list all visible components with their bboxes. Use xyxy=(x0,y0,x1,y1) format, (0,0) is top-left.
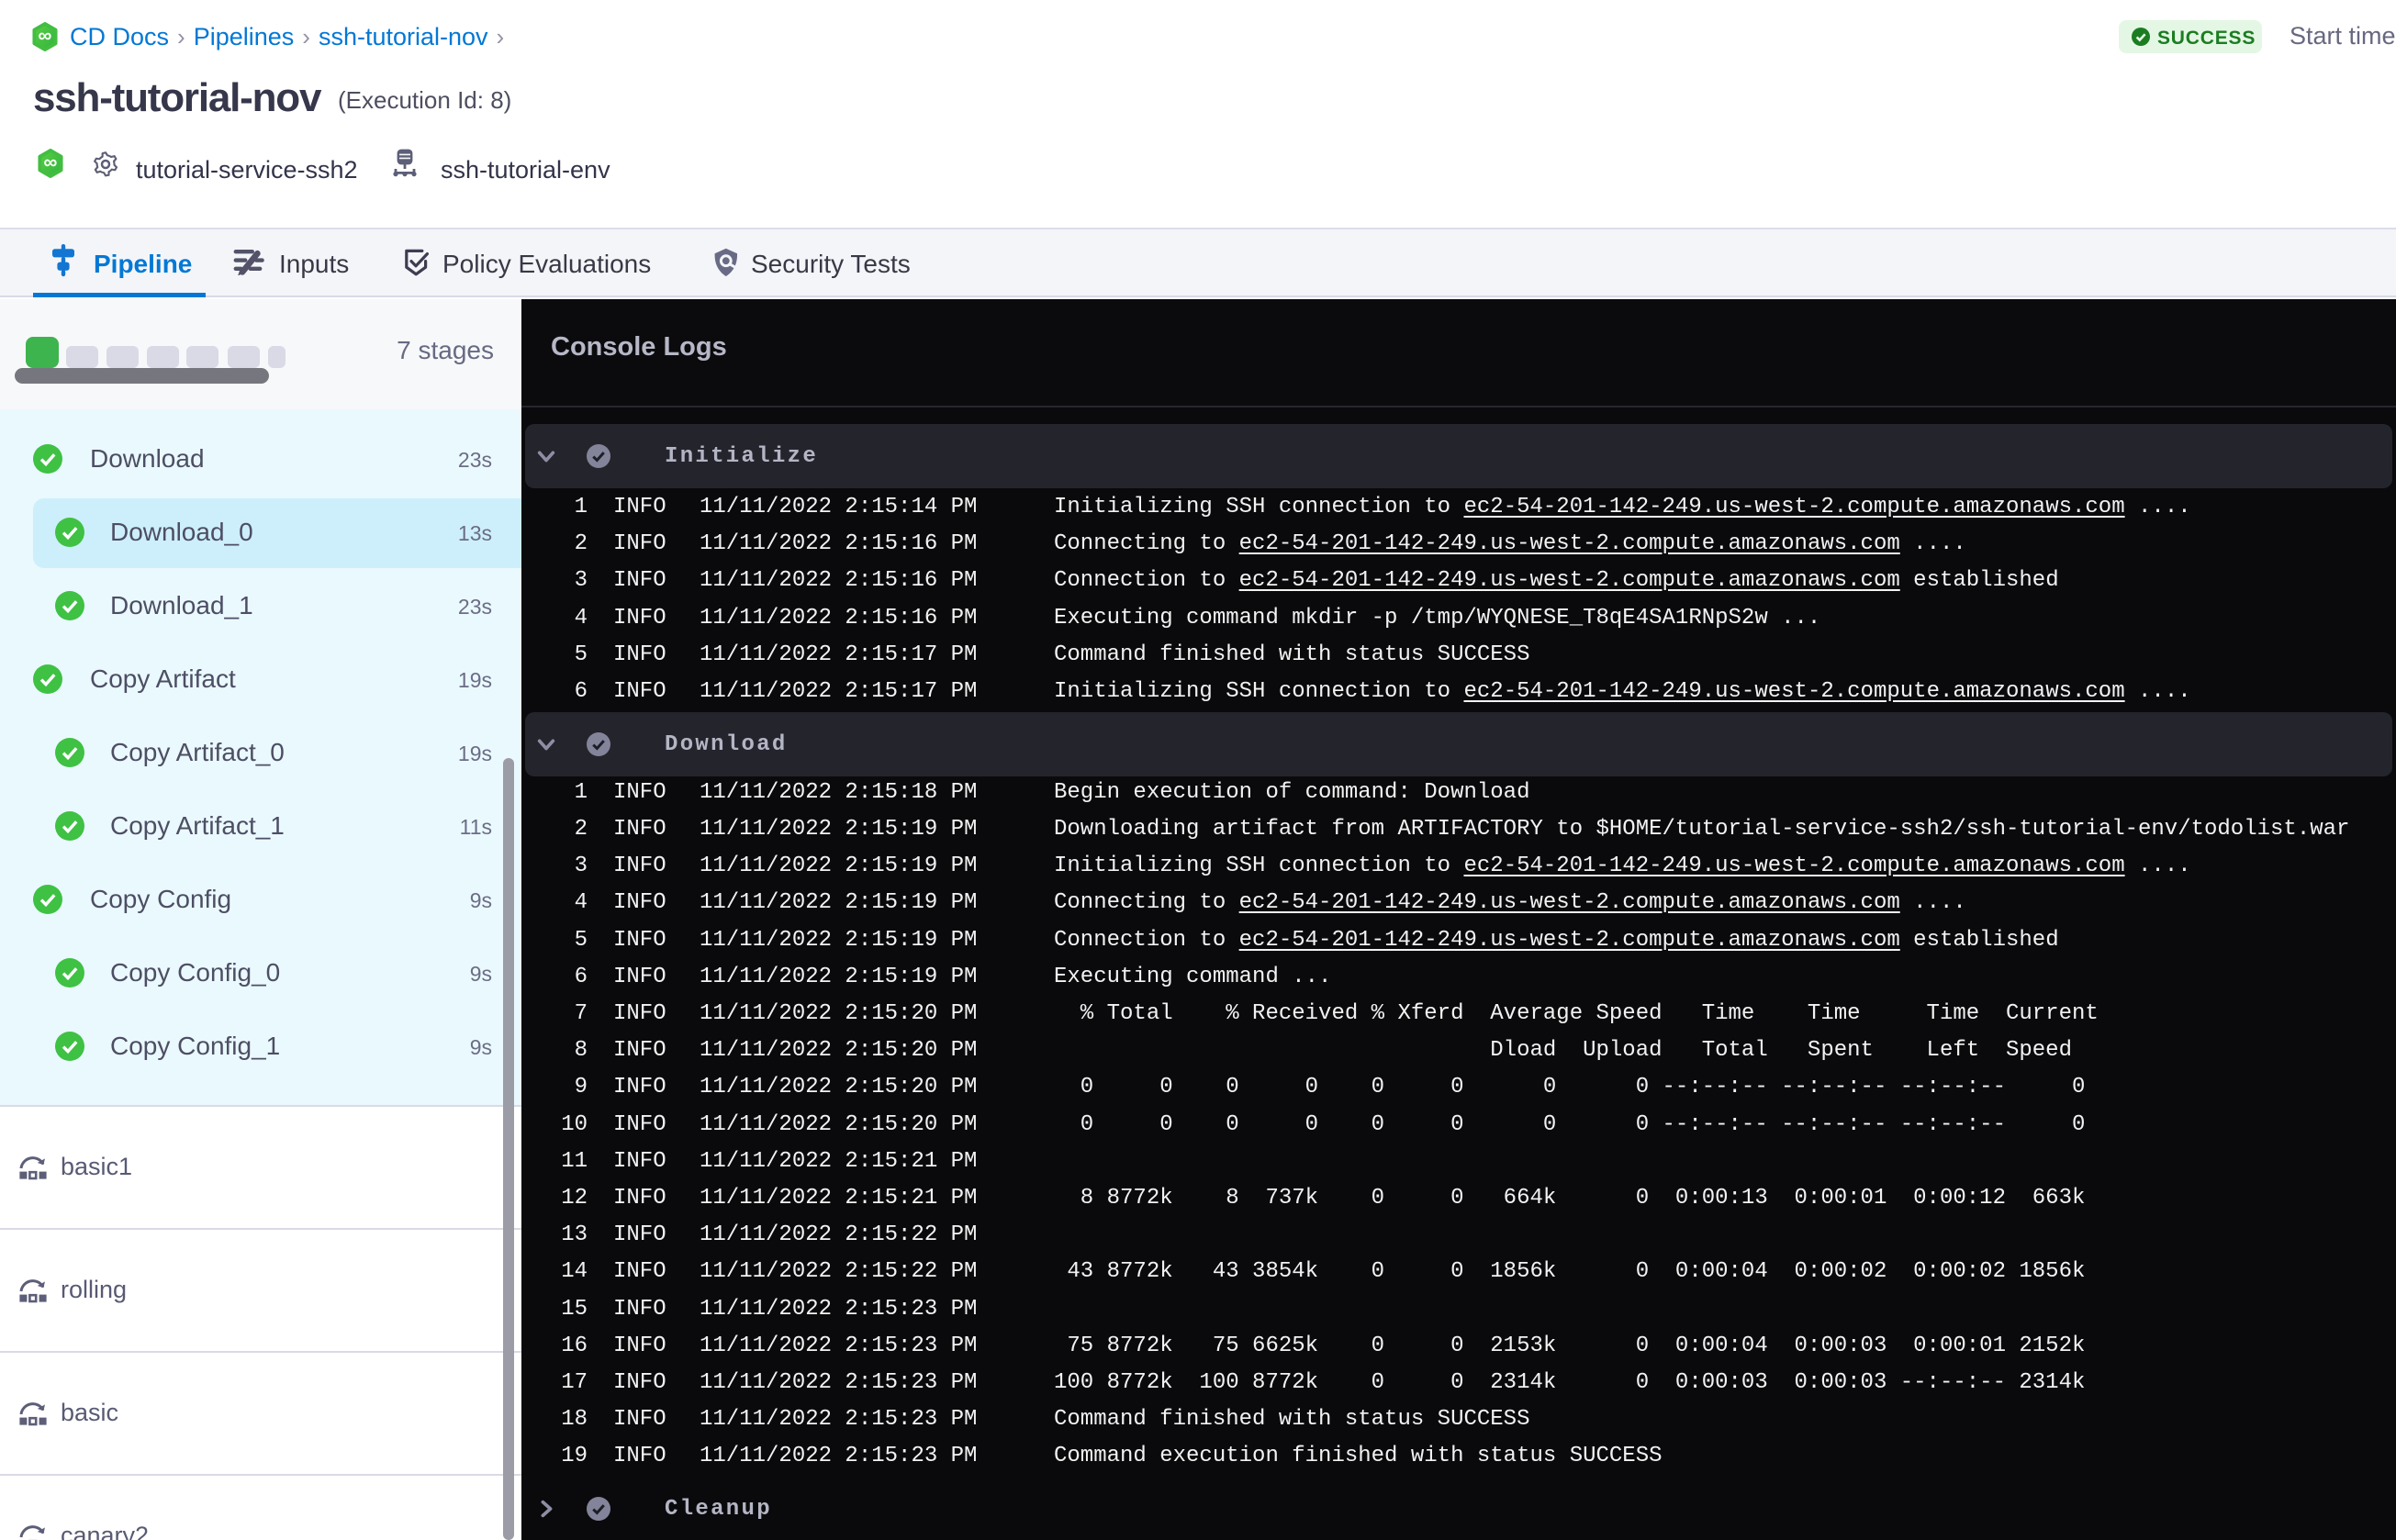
svg-text:∞: ∞ xyxy=(39,26,52,47)
svg-text:∞: ∞ xyxy=(44,152,58,173)
